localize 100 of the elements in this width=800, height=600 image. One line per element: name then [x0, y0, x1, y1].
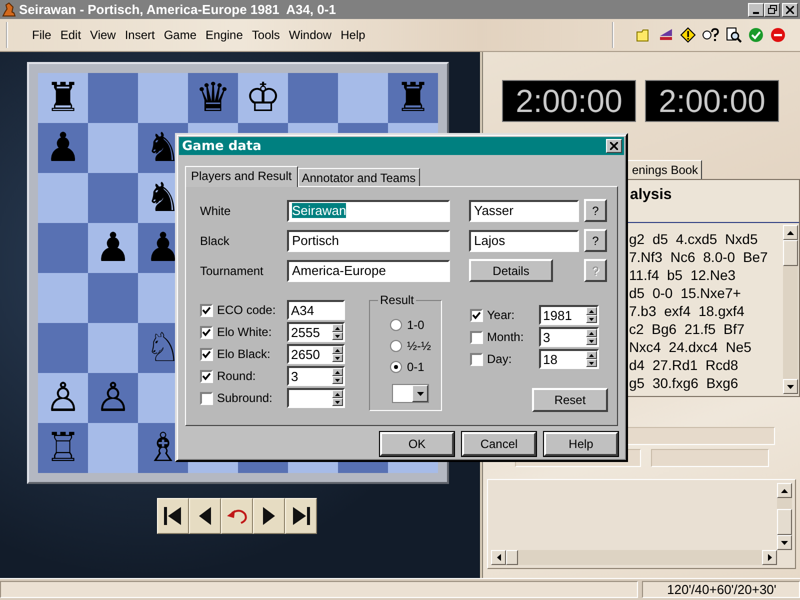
- spin-down-button[interactable]: [332, 354, 343, 362]
- spin-down-button[interactable]: [586, 337, 597, 345]
- chess-piece[interactable]: ♙: [45, 375, 81, 421]
- dialog-button[interactable]: OK: [380, 432, 454, 456]
- chess-piece[interactable]: ♜: [395, 75, 431, 121]
- chess-piece[interactable]: ♖: [45, 425, 81, 471]
- spin-up-button[interactable]: [332, 346, 343, 354]
- chess-piece[interactable]: ♜: [45, 75, 81, 121]
- input-field[interactable]: 2650: [287, 344, 345, 364]
- close-button[interactable]: [606, 139, 622, 153]
- input-field[interactable]: America-Europe: [287, 260, 450, 282]
- checkbox[interactable]: [200, 326, 213, 338]
- radio-button[interactable]: [390, 340, 402, 352]
- spin-down-button[interactable]: [586, 359, 597, 367]
- dialog-button[interactable]: Cancel: [462, 432, 536, 456]
- close-button[interactable]: [782, 2, 798, 16]
- details-button[interactable]: Details: [469, 259, 553, 282]
- help-button[interactable]: ?: [584, 229, 607, 252]
- menu-item[interactable]: Edit: [60, 28, 82, 42]
- input-field[interactable]: 3: [287, 366, 345, 386]
- board-square[interactable]: ♜: [388, 73, 438, 123]
- input-field[interactable]: 18: [539, 349, 599, 369]
- restore-button[interactable]: [764, 2, 780, 16]
- scroll-down-button[interactable]: [783, 379, 798, 394]
- checkbox[interactable]: [470, 308, 483, 322]
- checkbox[interactable]: [200, 392, 213, 404]
- chess-piece[interactable]: ♔: [245, 75, 281, 121]
- board-square[interactable]: ♔: [238, 73, 288, 123]
- input-field[interactable]: Yasser: [469, 200, 579, 222]
- scroll-up-button[interactable]: [777, 483, 792, 498]
- notation-tab[interactable]: enings Book: [628, 160, 702, 179]
- board-square[interactable]: ♟: [88, 223, 138, 273]
- spin-down-button[interactable]: [586, 315, 597, 323]
- text-field[interactable]: [651, 449, 769, 467]
- scroll-down-button[interactable]: [777, 535, 792, 550]
- stop-icon[interactable]: [770, 27, 786, 43]
- result-dropdown[interactable]: [392, 384, 429, 403]
- comment-box[interactable]: [487, 479, 796, 569]
- spin-down-button[interactable]: [332, 398, 343, 406]
- radio-button[interactable]: [390, 319, 402, 331]
- spin-up-button[interactable]: [586, 329, 597, 337]
- chess-piece[interactable]: ♛: [195, 75, 231, 121]
- chess-piece[interactable]: ♟: [95, 225, 131, 271]
- input-field[interactable]: [287, 388, 345, 408]
- input-field[interactable]: 3: [539, 327, 599, 347]
- spin-up-button[interactable]: [586, 307, 597, 315]
- menu-item[interactable]: Tools: [252, 28, 280, 42]
- scrollbar-thumb[interactable]: [783, 240, 798, 266]
- previous-move-button[interactable]: [189, 498, 221, 534]
- menu-item[interactable]: View: [90, 28, 116, 42]
- checkmark-icon[interactable]: [748, 27, 764, 43]
- spin-down-button[interactable]: [332, 332, 343, 340]
- help-button[interactable]: ?: [584, 199, 607, 222]
- menu-item[interactable]: Help: [340, 28, 366, 42]
- scrollbar-thumb[interactable]: [506, 550, 518, 565]
- input-field[interactable]: Portisch: [287, 230, 450, 252]
- board-square[interactable]: ♟: [38, 123, 88, 173]
- scroll-right-button[interactable]: [762, 550, 777, 565]
- input-field[interactable]: 1981: [539, 305, 599, 325]
- warning-icon[interactable]: [680, 27, 696, 43]
- board-square[interactable]: ♖: [38, 423, 88, 473]
- checkbox[interactable]: [200, 348, 213, 360]
- input-field[interactable]: Seirawan: [287, 200, 450, 222]
- board-square[interactable]: ♙: [38, 373, 88, 423]
- checkbox[interactable]: [470, 330, 483, 344]
- spin-up-button[interactable]: [332, 324, 343, 332]
- checkbox[interactable]: [470, 352, 483, 366]
- minimize-button[interactable]: [748, 2, 764, 16]
- next-move-button[interactable]: [253, 498, 285, 534]
- dialog-tab[interactable]: Players and Result: [185, 166, 298, 187]
- spin-up-button[interactable]: [332, 390, 343, 398]
- spin-up-button[interactable]: [586, 351, 597, 359]
- input-field[interactable]: Lajos: [469, 230, 579, 252]
- menu-item[interactable]: Engine: [206, 28, 243, 42]
- chess-piece[interactable]: ♟: [45, 125, 81, 171]
- undo-button[interactable]: [221, 498, 253, 534]
- menu-item[interactable]: File: [32, 28, 52, 42]
- last-move-button[interactable]: [285, 498, 317, 534]
- input-field[interactable]: 2555: [287, 322, 345, 342]
- reset-button[interactable]: Reset: [532, 388, 608, 412]
- scroll-left-button[interactable]: [491, 550, 506, 565]
- board-square[interactable]: ♜: [38, 73, 88, 123]
- dialog-button[interactable]: Help: [544, 432, 618, 456]
- dialog-tab[interactable]: Annotator and Teams: [298, 168, 420, 186]
- checkbox[interactable]: [200, 370, 213, 382]
- search-icon[interactable]: [726, 27, 742, 43]
- spin-up-button[interactable]: [332, 368, 343, 376]
- menu-item[interactable]: Game: [164, 28, 197, 42]
- board-square[interactable]: ♛: [188, 73, 238, 123]
- flag-icon[interactable]: [658, 27, 674, 43]
- help-icon[interactable]: [702, 27, 720, 43]
- checkbox[interactable]: [200, 304, 213, 316]
- board-square[interactable]: ♙: [88, 373, 138, 423]
- radio-button[interactable]: [390, 361, 402, 373]
- spin-down-button[interactable]: [332, 376, 343, 384]
- first-move-button[interactable]: [157, 498, 189, 534]
- scrollbar-thumb[interactable]: [777, 509, 792, 535]
- scroll-up-button[interactable]: [783, 225, 798, 240]
- menu-item[interactable]: Insert: [124, 28, 155, 42]
- chess-piece[interactable]: ♙: [95, 375, 131, 421]
